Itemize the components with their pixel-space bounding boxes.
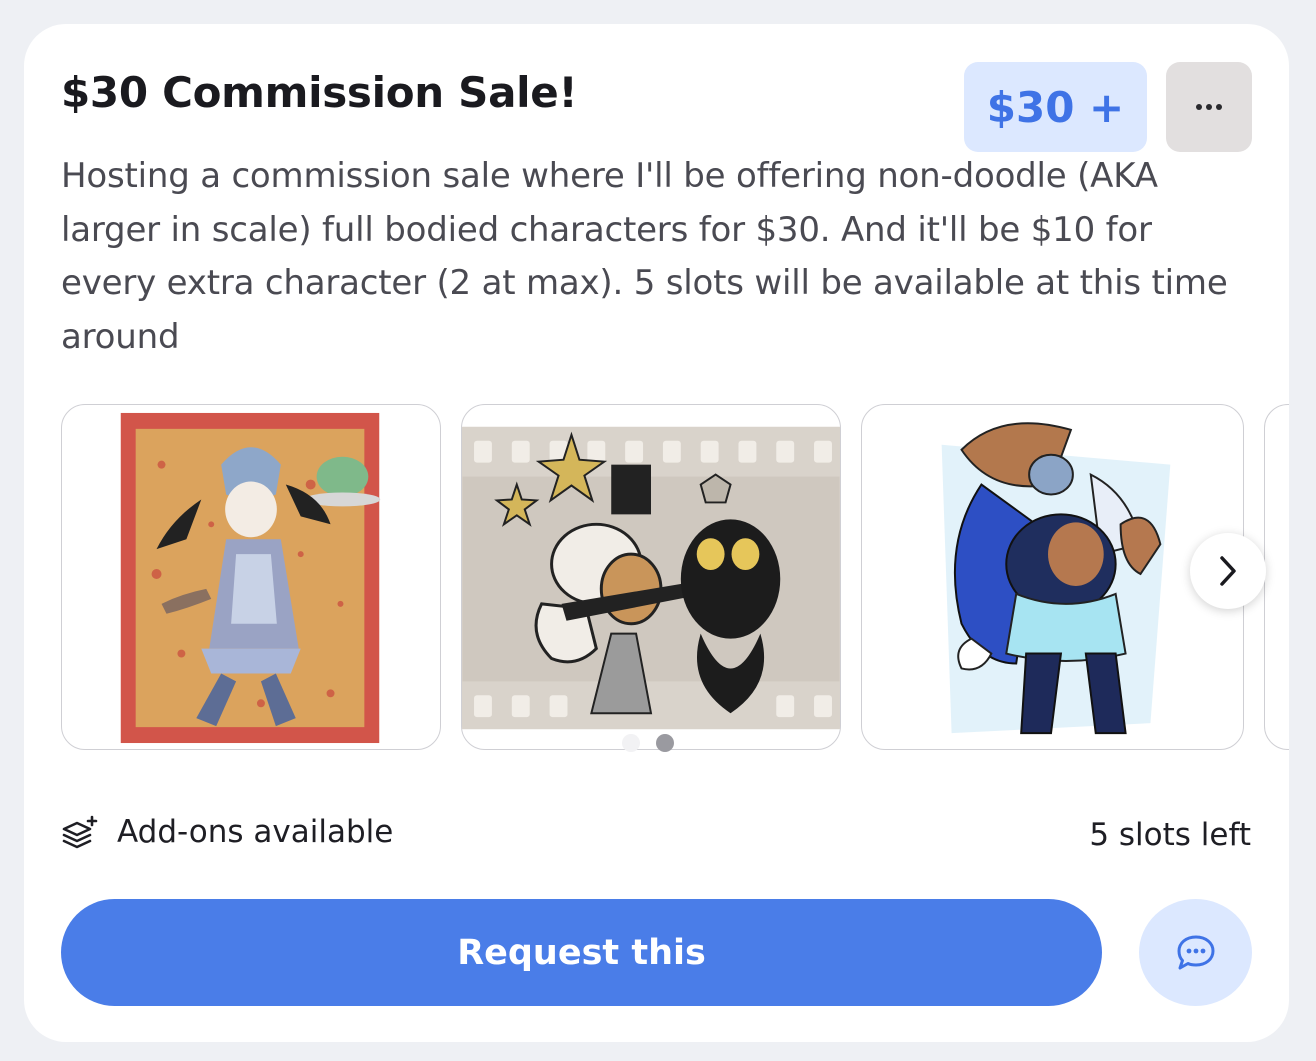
price-badge: $30 + [964,62,1147,152]
addons-indicator: Add-ons available [61,814,393,850]
maid-character-artwork [120,412,381,744]
layers-plus-icon [62,815,98,849]
image-gallery [61,404,1289,754]
gallery-image-2[interactable] [461,404,841,750]
request-button[interactable]: Request this [61,899,1102,1006]
addons-label: Add-ons available [117,814,394,850]
blue-armored-character-artwork [941,422,1171,735]
gallery-image-4[interactable] [1264,404,1289,750]
slots-remaining: 5 slots left [1089,817,1251,853]
commission-title: $30 Commission Sale! [61,68,578,117]
chat-bubble-icon [1177,935,1214,969]
pagination-dot-1[interactable] [622,734,640,752]
commission-card: $30 Commission Sale! $30 + Hosting a com… [24,24,1289,1042]
more-horizontal-icon [1196,104,1222,110]
gallery-image-3[interactable] [861,404,1244,750]
more-options-button[interactable] [1166,62,1252,152]
message-button[interactable] [1139,899,1252,1006]
gallery-image-1[interactable] [61,404,441,750]
film-strip-characters-artwork [462,426,840,730]
pagination-dot-2[interactable] [656,734,674,752]
commission-description: Hosting a commission sale where I'll be … [61,156,1228,357]
gallery-pagination [622,734,674,752]
next-image-button[interactable] [1190,533,1266,609]
chevron-right-icon [1220,556,1236,586]
